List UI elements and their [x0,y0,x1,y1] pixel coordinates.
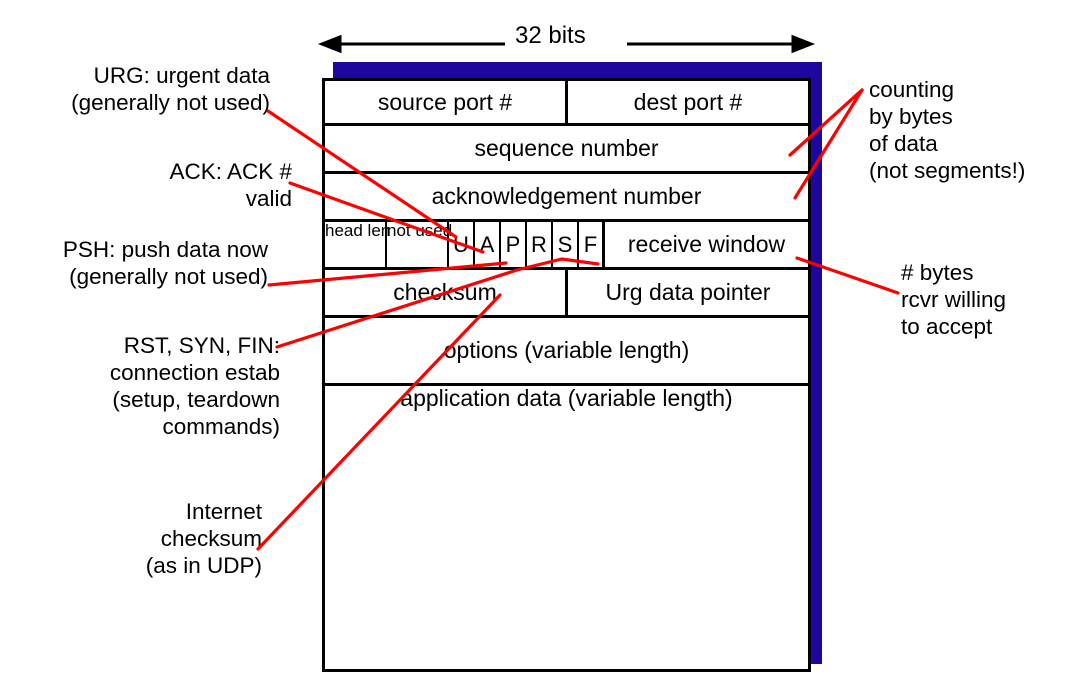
annotation-psh: PSH: push data now (generally not used) [62,237,268,289]
cell-flag-fin: F [579,222,605,267]
segment-table: source port # dest port # sequence numbe… [322,78,811,672]
width-label: 32 bits [515,22,586,49]
cell-options: options (variable length) [443,337,690,364]
cell-urg-data-pointer: Urg data pointer [605,279,771,306]
cell-source-port: source port # [325,81,568,123]
cell-acknowledgement-number: acknowledgement number [431,183,702,210]
cell-dest-port: dest port # [633,88,743,115]
table-row-sequence: sequence number [325,126,808,174]
annotation-rcvr-bytes: # bytes rcvr willing to accept [901,260,1007,339]
cell-checksum: checksum [325,270,568,315]
width-arrow-left-head [317,34,342,54]
table-row-flags: head len not used U A P R S F receive wi… [325,222,808,270]
annotation-urg: URG: urgent data (generally not used) [71,63,270,115]
width-arrow-right-head [791,34,816,54]
cell-receive-window: receive window [627,231,786,258]
cell-flag-psh: P [501,222,527,267]
cell-application-data: application data (variable length) [400,385,733,411]
table-row-acknowledgement: acknowledgement number [325,174,808,222]
annotation-counting: counting by bytes of data (not segments!… [869,77,1026,183]
cell-sequence-number: sequence number [474,135,659,162]
cell-not-used: not used [387,222,452,267]
table-row-options: options (variable length) [325,318,808,386]
table-row-checksum: checksum Urg data pointer [325,270,808,318]
annotation-internet-checksum: Internet checksum (as in UDP) [145,499,262,578]
cell-flag-urg: U [449,222,475,267]
cell-head-len: head len [325,222,390,267]
table-row-application-data: application data (variable length) [325,386,808,671]
cell-flag-rst: R [527,222,553,267]
annotation-ack: ACK: ACK # valid [169,159,292,211]
cell-flag-ack: A [475,222,501,267]
table-row-ports: source port # dest port # [325,81,808,126]
cell-flag-syn: S [553,222,579,267]
tcp-segment-diagram: 32 bits source port # dest port # sequen… [0,0,1078,688]
annotation-rst-syn-fin: RST, SYN, FIN: connection estab (setup, … [109,333,280,439]
